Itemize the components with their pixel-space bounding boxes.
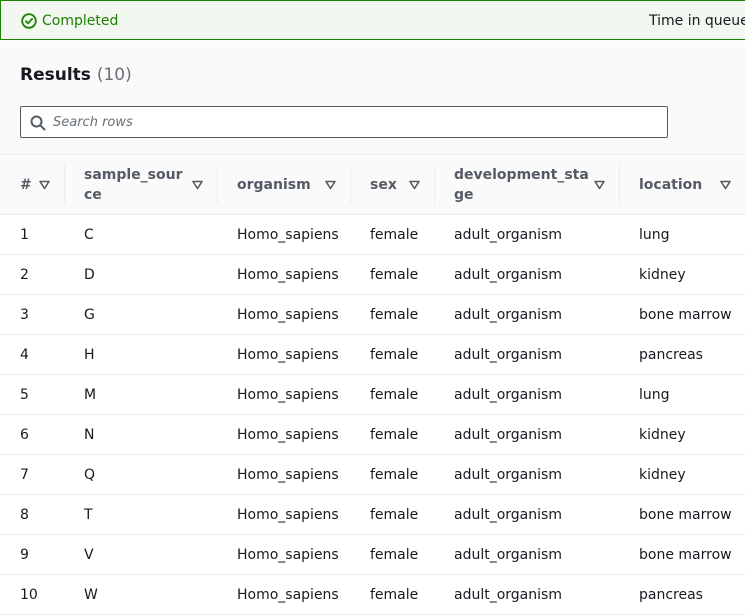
cell-development-stage: adult_organism bbox=[434, 534, 619, 575]
sort-icon[interactable] bbox=[594, 180, 605, 190]
cell-development-stage: adult_organism bbox=[434, 214, 619, 255]
cell-index: 6 bbox=[0, 414, 64, 455]
table-header-row: # sample_source organism sex development_sta… bbox=[0, 154, 745, 215]
column-header-location[interactable]: location bbox=[619, 154, 745, 215]
cell-sample-source: T bbox=[64, 494, 217, 535]
cell-organism: Homo_sapiens bbox=[217, 494, 350, 535]
cell-index: 8 bbox=[0, 494, 64, 535]
cell-sample-source: C bbox=[64, 214, 217, 255]
cell-location: kidney bbox=[619, 254, 745, 295]
status-label: Completed bbox=[42, 13, 119, 29]
cell-index: 1 bbox=[0, 214, 64, 255]
cell-location: pancreas bbox=[619, 574, 745, 615]
search-input[interactable] bbox=[53, 107, 653, 137]
cell-development-stage: adult_organism bbox=[434, 414, 619, 455]
sort-icon[interactable] bbox=[325, 180, 336, 190]
table-row: 9 V Homo_sapiens female adult_organism bone m… bbox=[0, 534, 745, 575]
table-row: 1 C Homo_sapiens female adult_organism lung bbox=[0, 214, 745, 255]
cell-index: 4 bbox=[0, 334, 64, 375]
cell-organism: Homo_sapiens bbox=[217, 574, 350, 615]
cell-organism: Homo_sapiens bbox=[217, 254, 350, 295]
table-row: 4 H Homo_sapiens female adult_organism pancre… bbox=[0, 334, 745, 375]
cell-sample-source: W bbox=[64, 574, 217, 615]
cell-index: 5 bbox=[0, 374, 64, 415]
cell-sex: female bbox=[350, 334, 434, 375]
cell-organism: Homo_sapiens bbox=[217, 214, 350, 255]
results-panel: Results (10) #sample_sourceorganismsexde… bbox=[0, 41, 745, 615]
cell-location: lung bbox=[619, 374, 745, 415]
sort-icon[interactable] bbox=[39, 180, 50, 190]
cell-organism: Homo_sapiens bbox=[217, 294, 350, 335]
search-box[interactable] bbox=[20, 106, 668, 138]
results-table: # sample_source organism sex development_sta… bbox=[0, 154, 745, 615]
table-row: 8 T Homo_sapiens female adult_organism bone m… bbox=[0, 494, 745, 535]
cell-location: kidney bbox=[619, 454, 745, 495]
cell-sex: female bbox=[350, 374, 434, 415]
cell-development-stage: adult_organism bbox=[434, 294, 619, 335]
table-row: 2 D Homo_sapiens female adult_organism kidney bbox=[0, 254, 745, 295]
cell-sex: female bbox=[350, 454, 434, 495]
cell-sex: female bbox=[350, 414, 434, 455]
cell-organism: Homo_sapiens bbox=[217, 414, 350, 455]
cell-development-stage: adult_organism bbox=[434, 374, 619, 415]
cell-development-stage: adult_organism bbox=[434, 574, 619, 615]
results-heading: Results (10) bbox=[20, 65, 132, 85]
cell-organism: Homo_sapiens bbox=[217, 454, 350, 495]
cell-sample-source: M bbox=[64, 374, 217, 415]
cell-index: 2 bbox=[0, 254, 64, 295]
cell-index: 3 bbox=[0, 294, 64, 335]
cell-location: pancreas bbox=[619, 334, 745, 375]
cell-index: 9 bbox=[0, 534, 64, 575]
cell-sex: female bbox=[350, 254, 434, 295]
column-header-development-stage[interactable]: development_stage bbox=[434, 154, 619, 215]
cell-sex: female bbox=[350, 494, 434, 535]
cell-sex: female bbox=[350, 214, 434, 255]
cell-sample-source: Q bbox=[64, 454, 217, 495]
cell-location: bone marrow bbox=[619, 494, 745, 535]
cell-sex: female bbox=[350, 294, 434, 335]
column-header-sample-source[interactable]: sample_source bbox=[64, 154, 217, 215]
cell-sex: female bbox=[350, 574, 434, 615]
table-row: 7 Q Homo_sapiens female adult_organism kidney bbox=[0, 454, 745, 495]
status-bar: Completed Time in queue: bbox=[0, 0, 745, 40]
cell-location: kidney bbox=[619, 414, 745, 455]
cell-sample-source: D bbox=[64, 254, 217, 295]
column-header-sex[interactable]: sex bbox=[350, 154, 434, 215]
sort-icon[interactable] bbox=[720, 180, 731, 190]
table-row: 10 W Homo_sapiens female adult_organism pancr… bbox=[0, 574, 745, 615]
column-header-index[interactable]: # bbox=[0, 154, 64, 215]
table-body: 1 C Homo_sapiens female adult_organism lung 2 D… bbox=[0, 214, 745, 615]
status-indicator: Completed bbox=[21, 11, 118, 31]
table-row: 6 N Homo_sapiens female adult_organism kidney bbox=[0, 414, 745, 455]
cell-sample-source: H bbox=[64, 334, 217, 375]
cell-organism: Homo_sapiens bbox=[217, 534, 350, 575]
cell-organism: Homo_sapiens bbox=[217, 334, 350, 375]
cell-sample-source: N bbox=[64, 414, 217, 455]
cell-sample-source: V bbox=[64, 534, 217, 575]
table-row: 3 G Homo_sapiens female adult_organism bone m… bbox=[0, 294, 745, 335]
cell-organism: Homo_sapiens bbox=[217, 374, 350, 415]
cell-location: bone marrow bbox=[619, 294, 745, 335]
sort-icon[interactable] bbox=[409, 180, 420, 190]
column-header-label: location bbox=[639, 176, 703, 193]
cell-sample-source: G bbox=[64, 294, 217, 335]
results-title: Results bbox=[20, 65, 91, 85]
results-count: (10) bbox=[96, 65, 132, 85]
cell-location: lung bbox=[619, 214, 745, 255]
search-icon bbox=[30, 115, 46, 131]
cell-development-stage: adult_organism bbox=[434, 334, 619, 375]
time-in-queue-label: Time in queue: bbox=[649, 13, 745, 29]
cell-location: bone marrow bbox=[619, 534, 745, 575]
check-circle-icon bbox=[21, 13, 37, 29]
column-header-organism[interactable]: organism bbox=[217, 154, 350, 215]
cell-index: 10 bbox=[0, 574, 64, 615]
table-row: 5 M Homo_sapiens female adult_organism lung bbox=[0, 374, 745, 415]
cell-development-stage: adult_organism bbox=[434, 454, 619, 495]
cell-development-stage: adult_organism bbox=[434, 494, 619, 535]
cell-development-stage: adult_organism bbox=[434, 254, 619, 295]
sort-icon[interactable] bbox=[192, 180, 203, 190]
cell-sex: female bbox=[350, 534, 434, 575]
cell-index: 7 bbox=[0, 454, 64, 495]
